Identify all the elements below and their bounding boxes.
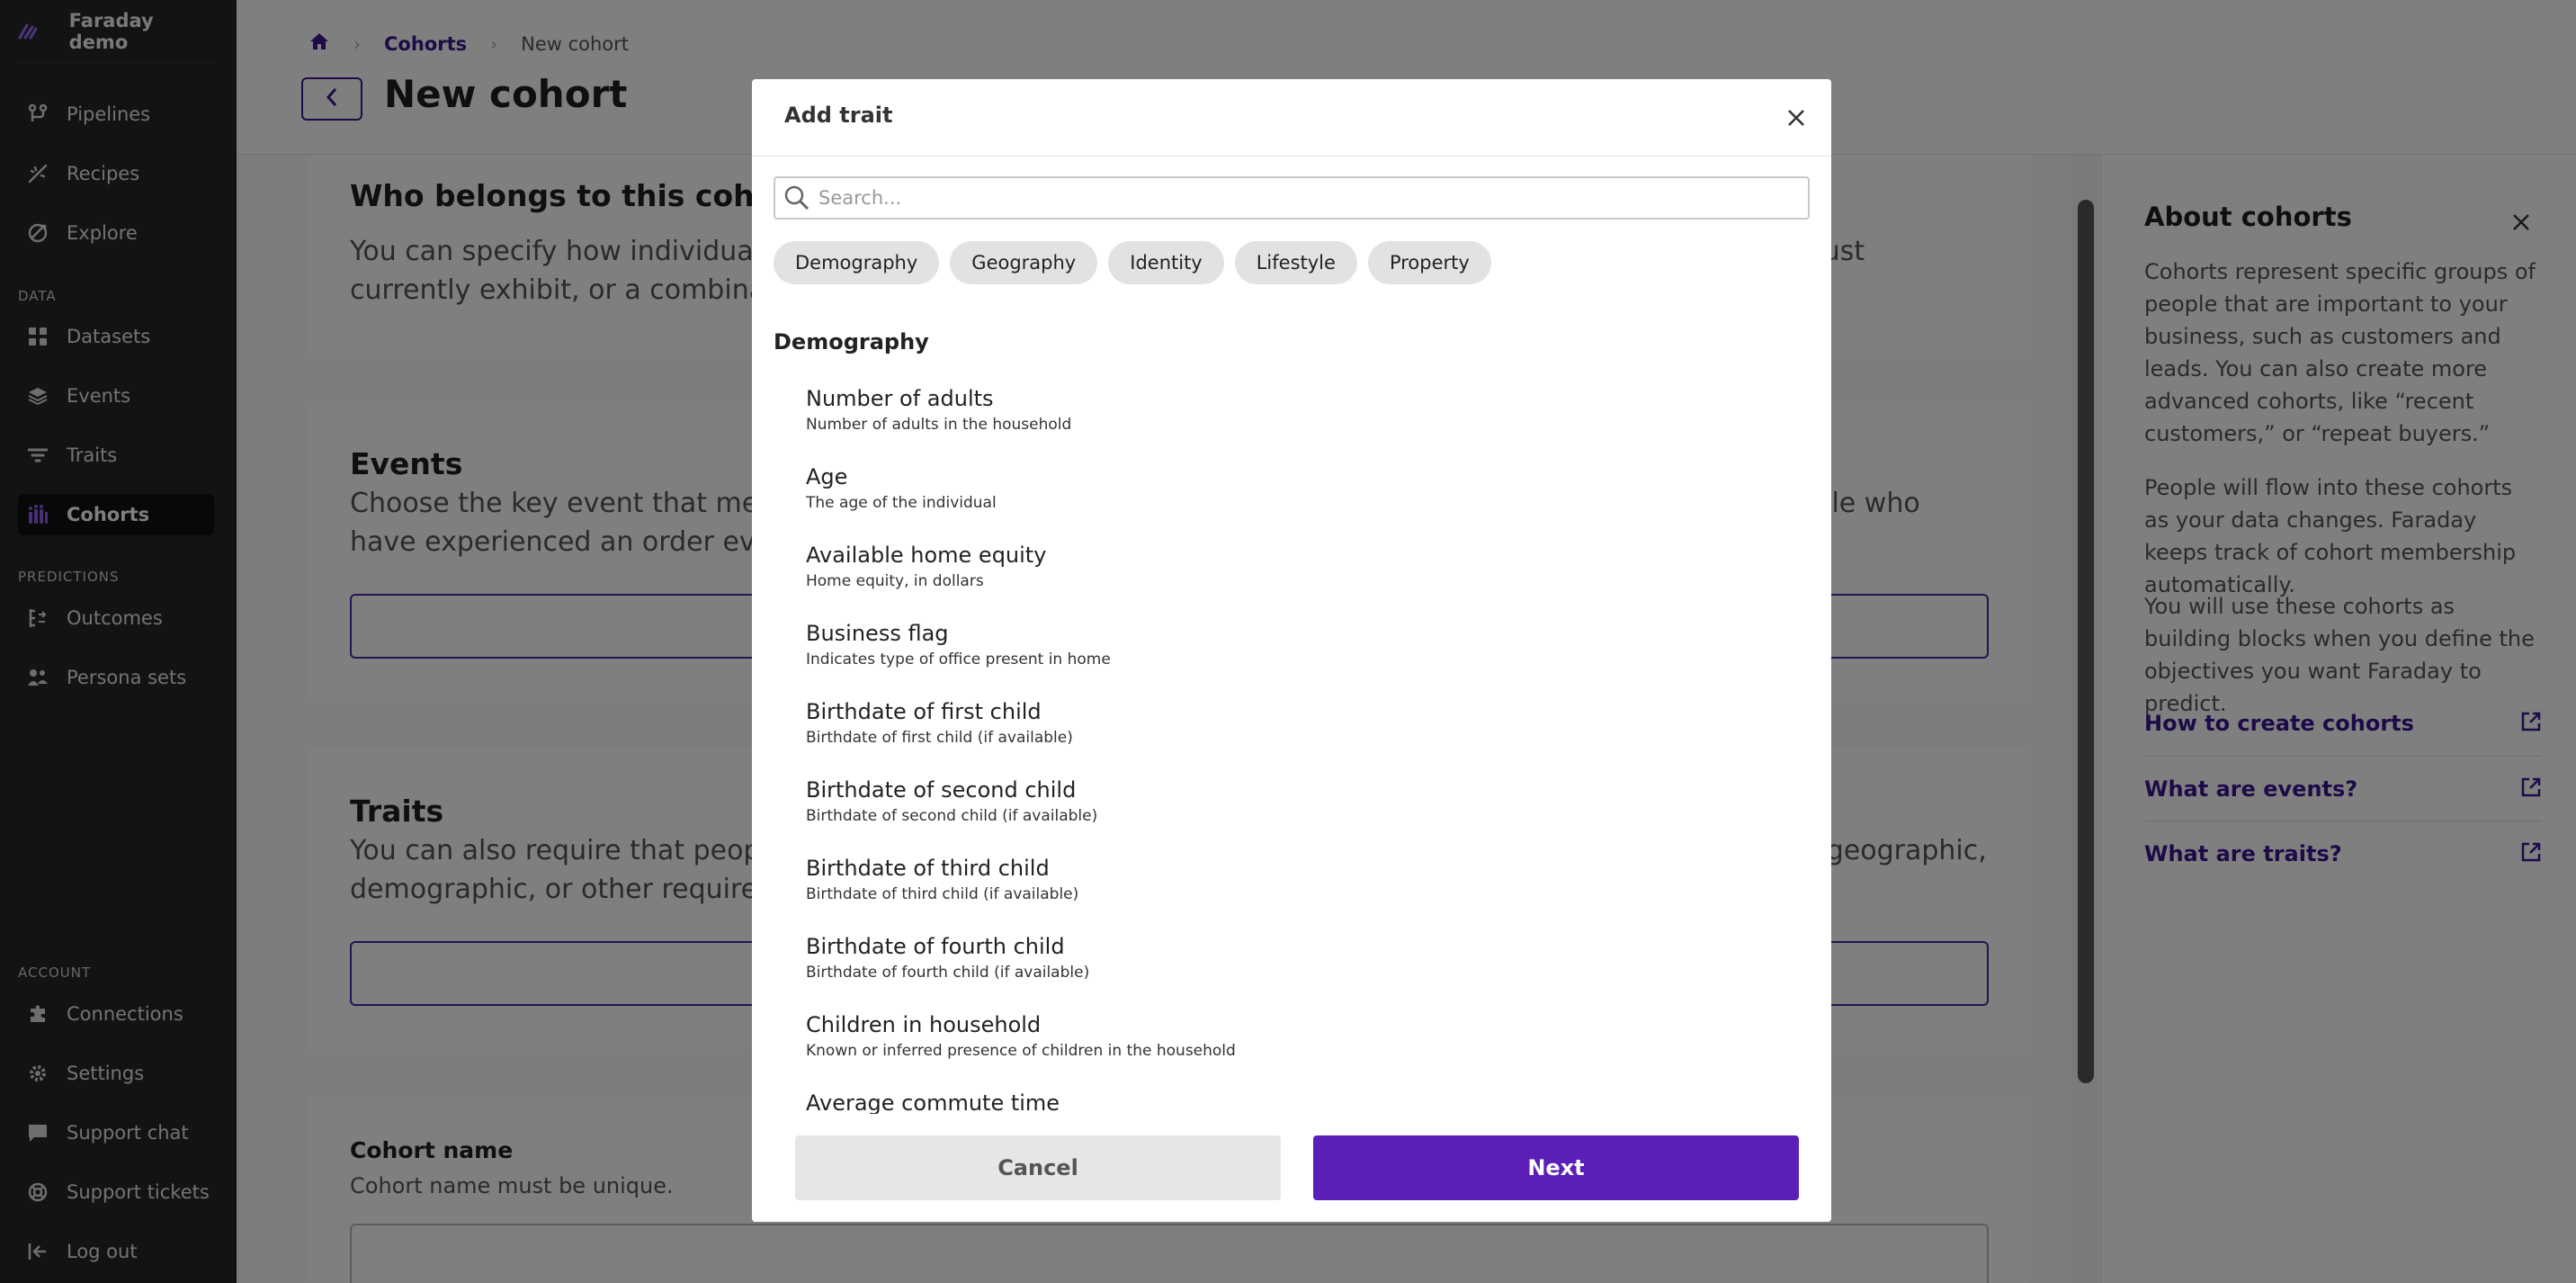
- trait-name: Number of adults: [806, 386, 994, 411]
- trait-option[interactable]: Birthdate of second child Birthdate of se…: [806, 776, 1795, 855]
- trait-description: Number of adults in the household: [806, 416, 1072, 434]
- trait-description: Birthdate of fourth child (if available): [806, 964, 1090, 982]
- chip-geography[interactable]: Geography: [950, 241, 1098, 284]
- close-icon[interactable]: [1783, 104, 1810, 131]
- search-input[interactable]: [818, 187, 1790, 209]
- chip-demography[interactable]: Demography: [774, 241, 940, 284]
- trait-name: Birthdate of second child: [806, 777, 1077, 803]
- trait-description: Birthdate of second child (if available): [806, 807, 1098, 825]
- next-button[interactable]: Next: [1313, 1135, 1799, 1200]
- trait-option[interactable]: Birthdate of third child Birthdate of thi…: [806, 855, 1795, 933]
- trait-option[interactable]: Children in household Known or inferred p…: [806, 1011, 1795, 1090]
- trait-option[interactable]: Business flag Indicates type of office pr…: [806, 620, 1795, 698]
- trait-group-title: Demography: [774, 329, 929, 354]
- trait-name: Birthdate of fourth child: [806, 934, 1065, 959]
- trait-description: Birthdate of first child (if available): [806, 729, 1073, 747]
- trait-option[interactable]: Number of adults Number of adults in the …: [806, 385, 1795, 463]
- chip-property[interactable]: Property: [1367, 241, 1491, 284]
- trait-option[interactable]: Age The age of the individual: [806, 463, 1795, 542]
- trait-name: Average commute time: [806, 1090, 1060, 1116]
- trait-name: Business flag: [806, 621, 949, 646]
- trait-description: Birthdate of third child (if available): [806, 885, 1079, 903]
- add-trait-modal: Add trait Demography Geography Identity …: [752, 79, 1831, 1222]
- trait-description: The age of the individual: [806, 494, 997, 512]
- search-field[interactable]: [774, 176, 1810, 220]
- trait-description: Home equity, in dollars: [806, 572, 984, 590]
- trait-option[interactable]: Available home equity Home equity, in dol…: [806, 542, 1795, 620]
- modal-header: Add trait: [752, 79, 1831, 157]
- search-icon: [775, 178, 818, 218]
- cancel-button[interactable]: Cancel: [795, 1135, 1281, 1200]
- trait-description: Indicates type of office present in home: [806, 650, 1111, 668]
- category-chips: Demography Geography Identity Lifestyle …: [774, 241, 1502, 284]
- chip-lifestyle[interactable]: Lifestyle: [1234, 241, 1357, 284]
- trait-option[interactable]: Birthdate of first child Birthdate of fir…: [806, 698, 1795, 776]
- trait-name: Birthdate of third child: [806, 856, 1050, 881]
- chip-identity[interactable]: Identity: [1108, 241, 1224, 284]
- trait-name: Available home equity: [806, 543, 1047, 568]
- trait-list: Number of adults Number of adults in the …: [806, 385, 1795, 1195]
- trait-name: Age: [806, 464, 848, 489]
- modal-footer: Cancel Next: [752, 1114, 1831, 1222]
- trait-name: Birthdate of first child: [806, 699, 1042, 724]
- modal-title: Add trait: [784, 103, 893, 128]
- trait-option[interactable]: Birthdate of fourth child Birthdate of fo…: [806, 933, 1795, 1011]
- trait-description: Known or inferred presence of children i…: [806, 1042, 1236, 1060]
- trait-name: Children in household: [806, 1012, 1042, 1037]
